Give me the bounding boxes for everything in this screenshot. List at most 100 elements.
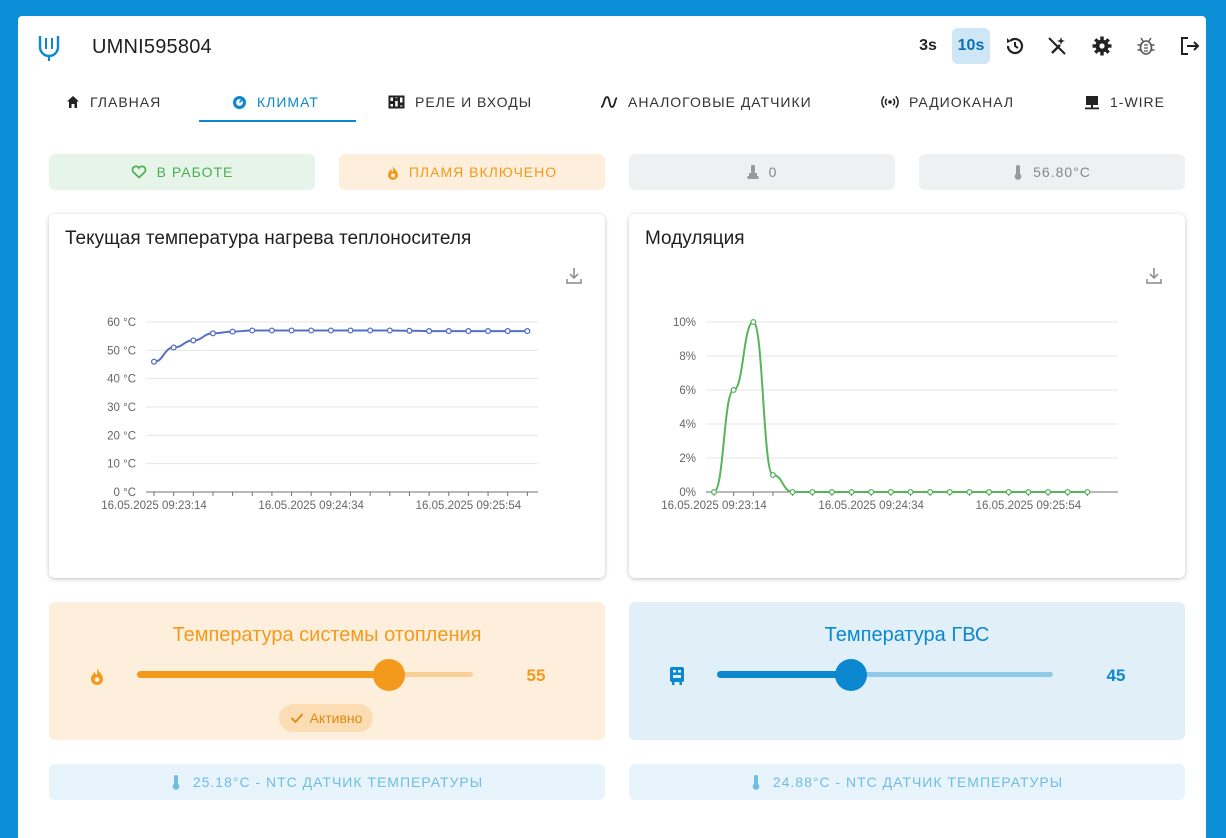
radio-icon <box>881 95 899 109</box>
data-point[interactable] <box>229 328 236 335</box>
settings-button[interactable] <box>1085 28 1119 64</box>
history-button[interactable] <box>998 28 1032 64</box>
data-point[interactable] <box>445 328 452 335</box>
status-flame-badge: ПЛАМЯ ВКЛЮЧЕНО <box>339 154 605 190</box>
data-point[interactable] <box>288 327 295 334</box>
thermometer-icon <box>1014 165 1022 180</box>
y-tick-label: 8% <box>679 351 696 363</box>
heating-slider-thumb[interactable] <box>373 659 405 691</box>
tab-analog[interactable]: АНАЛОГОВЫЕ ДАТЧИКИ <box>600 82 812 122</box>
data-point[interactable] <box>367 327 374 334</box>
data-point[interactable] <box>524 328 531 335</box>
dim-button[interactable] <box>1040 28 1074 64</box>
data-point[interactable] <box>327 327 334 334</box>
data-point[interactable] <box>730 386 737 394</box>
interval-10s-button[interactable]: 10s <box>952 28 990 64</box>
top-bar: UMNI595804 3s 10s <box>18 16 1206 78</box>
data-point[interactable] <box>986 488 993 496</box>
boiler-icon <box>670 667 684 685</box>
pressure-badge: 0 <box>629 154 895 190</box>
interval-3s-button[interactable]: 3s <box>908 28 948 64</box>
y-tick-label: 0 °C <box>114 487 137 499</box>
status-working-label: В РАБОТЕ <box>156 164 234 180</box>
data-point[interactable] <box>946 488 953 496</box>
data-point[interactable] <box>1084 488 1091 496</box>
pressure-value: 0 <box>768 164 778 180</box>
y-tick-label: 6% <box>679 385 696 397</box>
dhw-slider-thumb[interactable] <box>835 659 868 691</box>
dhw-setpoint-panel: Температура ГВС 45 <box>629 602 1185 740</box>
data-point[interactable] <box>249 327 256 334</box>
data-point[interactable] <box>504 328 511 335</box>
data-point[interactable] <box>828 488 835 496</box>
data-point[interactable] <box>907 488 914 496</box>
heating-slider-track <box>137 671 389 678</box>
tab-relays-label: РЕЛЕ И ВХОДЫ <box>415 94 533 110</box>
heating-setpoint-panel: Температура системы отопления 55 Активно <box>49 602 605 740</box>
history-icon <box>1006 37 1024 55</box>
check-icon <box>290 713 303 724</box>
data-point[interactable] <box>1044 488 1052 496</box>
data-point[interactable] <box>465 328 472 335</box>
y-tick-label: 50 °C <box>107 345 136 357</box>
tab-radio[interactable]: РАДИОКАНАЛ <box>881 82 1014 122</box>
pressure-gauge-icon <box>747 165 759 179</box>
debug-button[interactable] <box>1129 28 1163 64</box>
data-point[interactable] <box>1005 488 1012 496</box>
ntc-sensor-right: 24.88°C - NTC ДАТЧИК ТЕМПЕРАТУРЫ <box>629 764 1185 800</box>
status-working-badge: В РАБОТЕ <box>49 154 315 190</box>
dhw-slider[interactable] <box>717 659 1053 691</box>
dhw-title: Температура ГВС <box>824 624 990 646</box>
status-flame-label: ПЛАМЯ ВКЛЮЧЕНО <box>408 164 558 180</box>
data-point[interactable] <box>927 488 934 496</box>
data-point[interactable] <box>710 488 718 496</box>
data-point[interactable] <box>190 337 197 344</box>
dhw-value: 45 <box>1106 666 1126 685</box>
y-tick-label: 4% <box>679 419 696 431</box>
data-point[interactable] <box>848 488 855 496</box>
modulation-chart-card: Модуляция 0% 2% 4% 6% 8% 10% 16.05.2025 09:23:… <box>629 214 1185 578</box>
data-point[interactable] <box>809 488 816 496</box>
data-point[interactable] <box>1025 488 1032 496</box>
temperature-value: 56.80°C <box>1033 164 1091 180</box>
y-tick-label: 2% <box>679 453 696 465</box>
x-tick-label: 16.05.2025 09:23:14 <box>661 500 767 512</box>
home-icon <box>67 96 79 108</box>
data-point[interactable] <box>966 488 973 496</box>
heating-slider[interactable] <box>137 659 473 691</box>
gear-icon <box>1092 36 1112 56</box>
series-line <box>713 320 1088 493</box>
tab-relays[interactable]: РЕЛЕ И ВХОДЫ <box>388 82 532 122</box>
heart-icon <box>131 165 146 179</box>
x-tick-label: 16.05.2025 09:24:34 <box>258 500 364 512</box>
series-line <box>153 329 528 363</box>
data-point[interactable] <box>750 318 757 326</box>
data-point[interactable] <box>426 328 433 335</box>
data-point[interactable] <box>769 471 777 479</box>
data-point[interactable] <box>308 327 315 334</box>
data-point[interactable] <box>789 488 796 496</box>
data-point[interactable] <box>868 488 875 496</box>
data-point[interactable] <box>484 328 492 335</box>
y-tick-label: 60 °C <box>107 317 136 329</box>
data-point[interactable] <box>887 488 894 496</box>
data-point[interactable] <box>347 327 354 334</box>
data-point[interactable] <box>268 327 275 334</box>
tab-home[interactable]: ГЛАВНАЯ <box>66 82 161 122</box>
ntc-sensor-left: 25.18°C - NTC ДАТЧИК ТЕМПЕРАТУРЫ <box>49 764 605 800</box>
logout-button[interactable] <box>1173 28 1207 64</box>
data-point[interactable] <box>1064 488 1071 496</box>
tab-climate[interactable]: КЛИМАТ <box>232 82 319 122</box>
tab-analog-label: АНАЛОГОВЫЕ ДАТЧИКИ <box>628 94 812 110</box>
data-point[interactable] <box>386 327 393 334</box>
data-point[interactable] <box>170 344 177 351</box>
wire-icon <box>1085 95 1099 109</box>
wave-icon <box>600 96 618 108</box>
data-point[interactable] <box>209 330 217 337</box>
thermostat-icon <box>233 95 246 109</box>
x-tick-label: 16.05.2025 09:25:54 <box>416 500 522 512</box>
tab-1wire[interactable]: 1-WIRE <box>1084 82 1165 122</box>
heating-status: Активно <box>309 710 363 726</box>
data-point[interactable] <box>406 327 413 334</box>
data-point[interactable] <box>150 358 158 365</box>
